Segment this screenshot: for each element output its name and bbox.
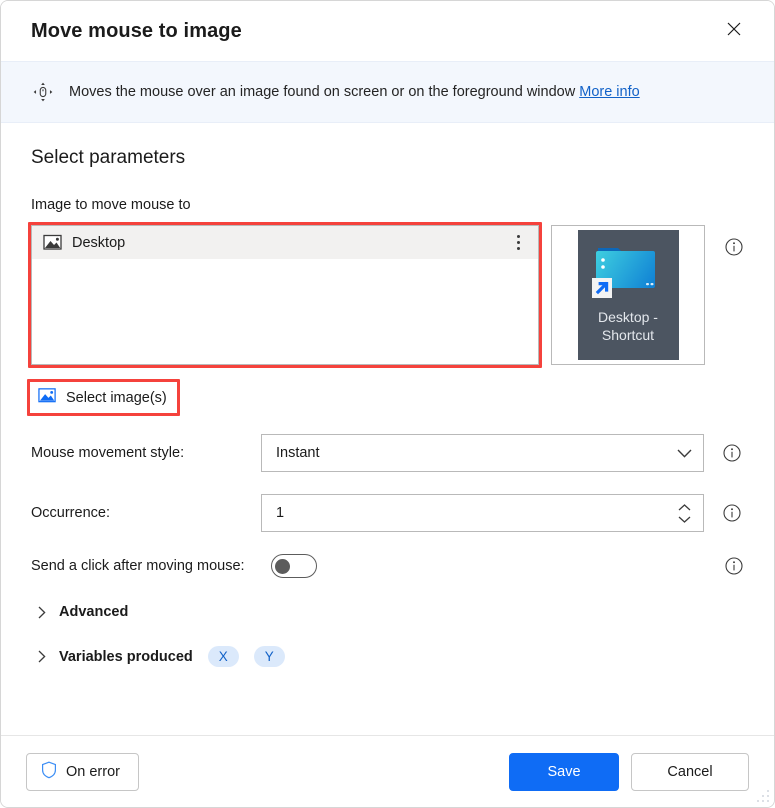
- field-occurrence: Occurrence: 1: [31, 494, 744, 532]
- send-click-toggle[interactable]: [271, 554, 317, 578]
- picture-icon: [38, 387, 57, 408]
- dialog-window: Move mouse to image Moves the mouse over…: [0, 0, 775, 808]
- on-error-button[interactable]: On error: [26, 752, 139, 791]
- expander-advanced[interactable]: Advanced: [31, 604, 744, 620]
- occurrence-value: 1: [276, 505, 285, 521]
- cancel-button[interactable]: Cancel: [631, 752, 749, 791]
- expander-variables-produced[interactable]: Variables produced X Y: [31, 646, 744, 667]
- field-send-click: Send a click after moving mouse:: [31, 554, 744, 578]
- save-button[interactable]: Save: [509, 752, 619, 791]
- dropdown-mouse-movement-style[interactable]: Instant: [261, 434, 704, 472]
- info-icon-image-field[interactable]: [724, 237, 744, 257]
- select-images-label: Select image(s): [66, 389, 167, 406]
- variable-pill-x[interactable]: X: [207, 646, 239, 667]
- chevron-down-icon: [673, 442, 695, 464]
- dialog-footer: On error Save Cancel: [1, 735, 774, 807]
- banner-text: Moves the mouse over an image found on s…: [69, 84, 640, 100]
- toggle-knob: [275, 558, 290, 574]
- kebab-menu-icon[interactable]: [508, 231, 528, 255]
- list-item-label: Desktop: [72, 234, 126, 251]
- list-item[interactable]: Desktop: [32, 226, 538, 259]
- image-list-wrapper: Desktop: [28, 222, 542, 368]
- select-images-button[interactable]: Select image(s): [31, 383, 176, 412]
- variable-pill-y[interactable]: Y: [253, 646, 285, 667]
- banner-description: Moves the mouse over an image found on s…: [69, 84, 576, 100]
- quantity-stepper[interactable]: [673, 503, 695, 523]
- on-error-label: On error: [66, 763, 120, 780]
- info-icon-occurrence[interactable]: [722, 503, 742, 523]
- image-picker-row: Desktop Desktop - Shortcut: [28, 222, 744, 368]
- field-label-send-click: Send a click after moving mouse:: [31, 558, 245, 574]
- field-label-mouse-movement-style: Mouse movement style:: [31, 445, 185, 461]
- image-field-label: Image to move mouse to: [31, 197, 191, 213]
- shield-icon: [41, 761, 57, 783]
- stepper-down-icon: [678, 516, 690, 523]
- dialog-body: Select parameters Image to move mouse to…: [1, 123, 774, 735]
- chevron-right-icon: [36, 650, 48, 663]
- thumbnail-caption-line1: Desktop -: [598, 309, 658, 325]
- image-thumbnail-preview[interactable]: Desktop - Shortcut: [551, 225, 705, 365]
- more-info-link[interactable]: More info: [579, 84, 639, 100]
- info-icon-mouse-movement-style[interactable]: [722, 443, 742, 463]
- close-icon: [726, 21, 742, 42]
- stepper-up-icon: [678, 503, 690, 510]
- field-mouse-movement-style: Mouse movement style: Instant: [31, 434, 744, 472]
- dropdown-value-mouse-movement-style: Instant: [276, 445, 320, 461]
- chevron-right-icon: [36, 606, 48, 618]
- thumbnail-caption-line2: Shortcut: [601, 327, 655, 343]
- select-images-wrapper: Select image(s): [27, 379, 180, 416]
- section-title: Select parameters: [31, 147, 186, 168]
- title-bar: Move mouse to image: [1, 1, 774, 61]
- occurrence-input[interactable]: 1: [261, 494, 704, 532]
- move-mouse-icon: [31, 80, 55, 104]
- resize-grip-icon[interactable]: [756, 789, 770, 803]
- close-button[interactable]: [712, 11, 756, 51]
- page-title: Move mouse to image: [31, 19, 242, 42]
- expander-variables-label: Variables produced: [59, 648, 193, 665]
- image-icon: [43, 234, 63, 251]
- thumbnail-caption: Desktop - Shortcut: [598, 308, 658, 344]
- field-label-occurrence: Occurrence:: [31, 505, 110, 521]
- description-banner: Moves the mouse over an image found on s…: [1, 61, 774, 123]
- expander-advanced-label: Advanced: [59, 604, 129, 620]
- folder-shortcut-icon: Desktop - Shortcut: [577, 230, 679, 360]
- image-list[interactable]: Desktop: [31, 225, 539, 365]
- info-icon-send-click[interactable]: [724, 556, 744, 576]
